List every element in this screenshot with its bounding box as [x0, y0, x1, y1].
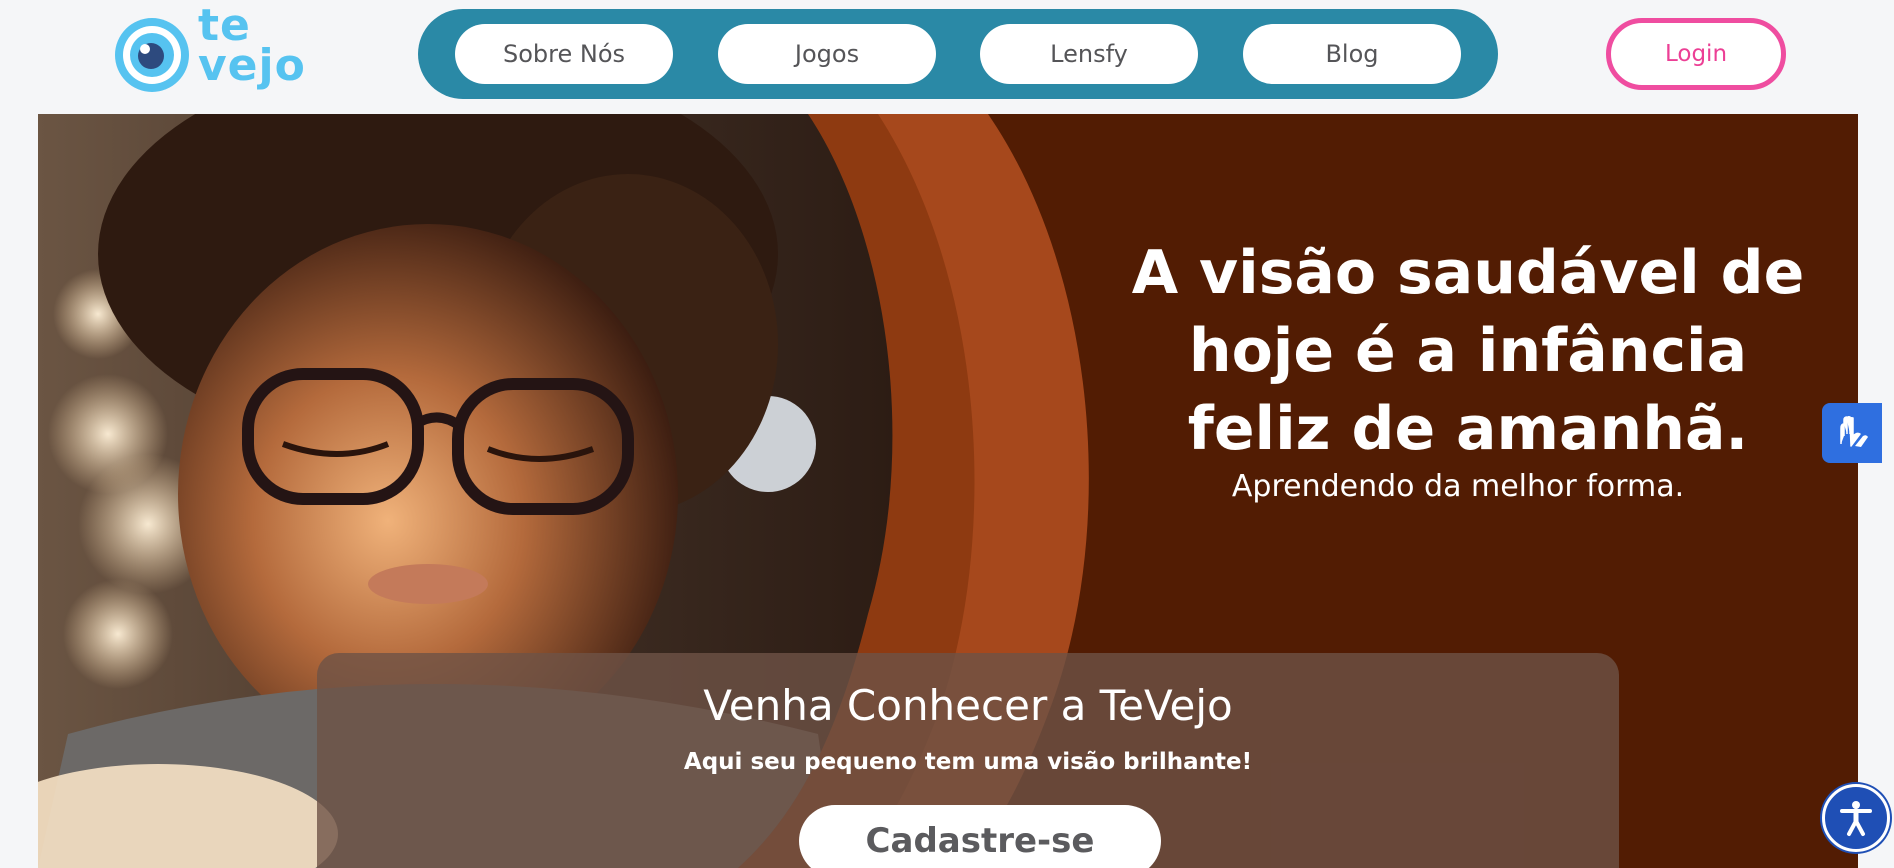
nav-sobre-nos[interactable]: Sobre Nós: [455, 24, 673, 84]
cta-title: Venha Conhecer a TeVejo: [703, 681, 1233, 730]
eye-logo-icon: [115, 18, 189, 92]
sign-language-hands-icon: [1840, 416, 1868, 447]
main-nav: Sobre Nós Jogos Lensfy Blog: [418, 9, 1498, 99]
cta-subtitle: Aqui seu pequeno tem uma visão brilhante…: [683, 749, 1253, 775]
accessibility-widget-button[interactable]: [1822, 784, 1890, 852]
brand-wordmark: te vejo: [198, 4, 306, 91]
hero-headline-line2: hoje é a infância: [1188, 316, 1748, 386]
nav-lensfy[interactable]: Lensfy: [980, 24, 1198, 84]
login-button[interactable]: Login: [1606, 18, 1786, 90]
hero-headline: A visão saudável de hoje é a infância fe…: [1063, 234, 1858, 468]
hero-headline-line3: feliz de amanhã.: [1187, 394, 1749, 464]
site-header: te vejo Sobre Nós Jogos Lensfy Blog Logi…: [0, 0, 1894, 114]
vlibras-widget[interactable]: [1822, 403, 1882, 463]
hero-banner: A visão saudável de hoje é a infância fe…: [38, 114, 1858, 868]
nav-blog[interactable]: Blog: [1243, 24, 1461, 84]
nav-jogos[interactable]: Jogos: [718, 24, 936, 84]
signup-button[interactable]: Cadastre-se: [799, 805, 1161, 868]
accessibility-person-icon: [1840, 801, 1872, 836]
cta-panel: Venha Conhecer a TeVejo Aqui seu pequeno…: [317, 653, 1619, 868]
brand-line2: vejo: [198, 40, 306, 91]
brand-logo[interactable]: te vejo: [112, 4, 305, 96]
hero-headline-line1: A visão saudável de: [1131, 238, 1805, 308]
hero-subheadline: Aprendendo da melhor forma.: [1231, 469, 1685, 504]
